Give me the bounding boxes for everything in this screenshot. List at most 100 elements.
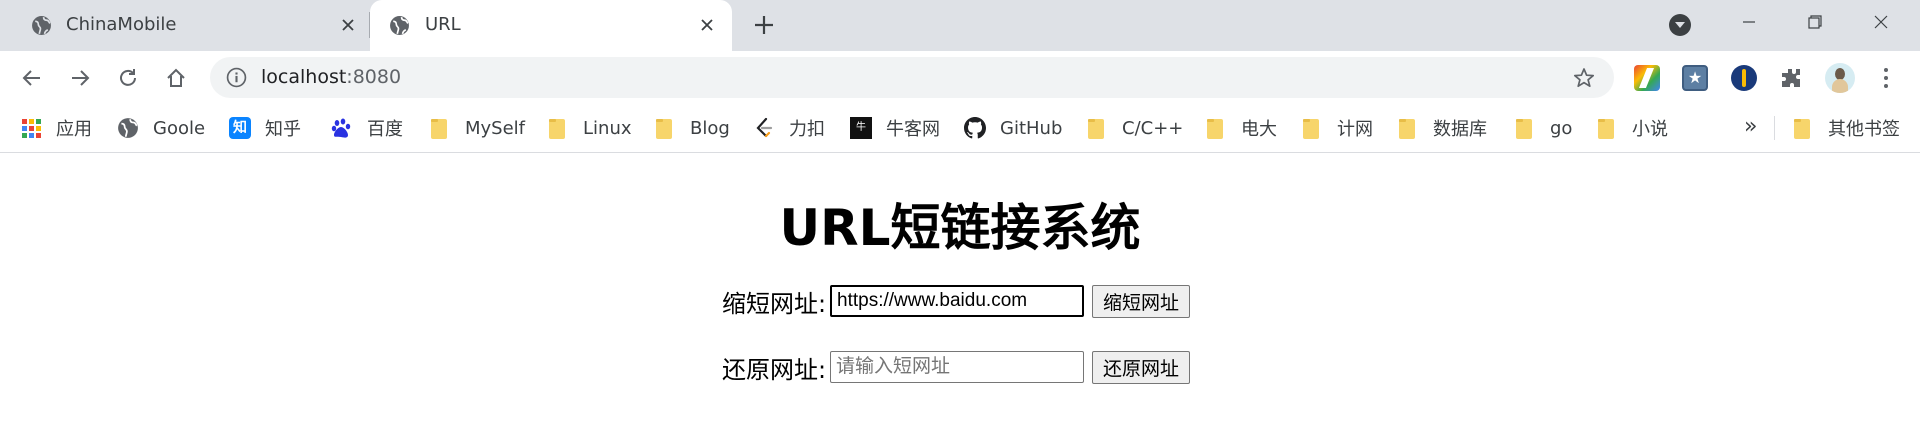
bookmark-folder-jiwang[interactable]: 计网: [1301, 113, 1373, 143]
folder-icon: [1205, 117, 1227, 139]
bookmark-label: go: [1550, 117, 1573, 139]
browser-menu-button[interactable]: [1882, 65, 1890, 91]
minimize-icon: [1743, 21, 1755, 23]
restore-window-icon: [1808, 15, 1822, 29]
restore-window-button[interactable]: [1782, 0, 1848, 44]
globe-icon: [118, 118, 138, 138]
tab-title: ChinaMobile: [66, 14, 177, 35]
forward-button[interactable]: [66, 64, 94, 92]
bookmark-label: 应用: [56, 119, 92, 140]
bookmark-leetcode[interactable]: 力扣: [753, 113, 825, 143]
tab-chinamobile[interactable]: ChinaMobile: [0, 0, 370, 51]
github-icon: [964, 117, 986, 139]
arrow-right-icon: [72, 70, 90, 86]
folder-icon: [429, 117, 451, 139]
browser-toolbar: localhost:8080 ★: [0, 51, 1920, 104]
info-icon[interactable]: [226, 67, 247, 88]
close-icon: [1874, 15, 1888, 29]
folder-icon: [1301, 117, 1323, 139]
bookmark-label: 数据库: [1433, 119, 1487, 140]
zhihu-icon: 知: [229, 117, 251, 139]
bookmarks-bar: 应用 Goole 知 知乎 百度 MySelf Linux Blog 力扣 牛 …: [0, 104, 1920, 153]
bookmark-folder-dianda[interactable]: 电大: [1205, 113, 1277, 143]
bookmark-folder-linux[interactable]: Linux: [547, 113, 632, 143]
restore-url-label: 还原网址:: [722, 355, 827, 384]
bookmark-label: 其他书签: [1828, 119, 1900, 140]
tab-url[interactable]: URL: [370, 0, 732, 51]
bookmarks-divider: [1774, 116, 1775, 140]
bookmarks-overflow-button[interactable]: »: [1744, 114, 1757, 139]
extension-globe-icon[interactable]: [1731, 65, 1757, 91]
bookmark-label: 力扣: [789, 119, 825, 140]
bookmark-label: Goole: [153, 117, 206, 139]
close-tab-icon[interactable]: [695, 13, 719, 37]
bookmark-apps[interactable]: 应用: [20, 113, 92, 143]
nowcoder-icon: 牛: [850, 117, 872, 139]
bookmark-folder-myself[interactable]: MySelf: [429, 113, 525, 143]
extensions-button[interactable]: [1777, 64, 1805, 92]
bookmark-folder-go[interactable]: go: [1514, 113, 1572, 143]
address-bar[interactable]: localhost:8080: [210, 57, 1614, 98]
bookmark-star-icon[interactable]: [1573, 67, 1595, 89]
bookmark-label: 计网: [1337, 119, 1373, 140]
minimize-button[interactable]: [1716, 0, 1782, 44]
bookmark-label: Blog: [690, 117, 730, 139]
baidu-paw-icon: [331, 118, 351, 138]
bookmark-label: Linux: [583, 117, 632, 139]
page-content: URL短链接系统 缩短网址: 缩短网址 还原网址: 还原网址: [0, 154, 1920, 431]
folder-icon: [1514, 117, 1536, 139]
globe-icon: [32, 16, 51, 35]
bookmark-label: 小说: [1632, 119, 1668, 140]
bookmark-label: 百度: [367, 119, 403, 140]
folder-icon: [654, 117, 676, 139]
shorten-url-label: 缩短网址:: [722, 289, 827, 318]
bookmark-label: 知乎: [265, 119, 301, 140]
folder-icon: [1086, 117, 1108, 139]
folder-icon: [547, 117, 569, 139]
shorten-url-input[interactable]: [830, 285, 1084, 317]
tab-strip: ChinaMobile URL: [0, 0, 1920, 51]
bookmark-folder-novel[interactable]: 小说: [1596, 113, 1668, 143]
extension-star-icon[interactable]: ★: [1682, 65, 1708, 91]
arrow-left-icon: [22, 70, 40, 86]
profile-avatar[interactable]: [1825, 63, 1855, 93]
shorten-url-row: 缩短网址: 缩短网址: [722, 284, 1191, 318]
home-button[interactable]: [162, 64, 190, 92]
bookmark-label: C/C++: [1122, 117, 1184, 139]
url-port: :8080: [346, 66, 402, 88]
restore-url-button[interactable]: 还原网址: [1092, 350, 1191, 384]
bookmark-zhihu[interactable]: 知 知乎: [229, 113, 301, 143]
plus-icon: [755, 16, 773, 34]
restore-url-row: 还原网址: 还原网址: [722, 350, 1191, 384]
bookmark-label: 电大: [1241, 119, 1277, 140]
bookmark-goole[interactable]: Goole: [117, 113, 205, 143]
close-window-button[interactable]: [1848, 0, 1914, 44]
bookmark-folder-blog[interactable]: Blog: [654, 113, 730, 143]
bookmark-label: GitHub: [1000, 117, 1063, 139]
new-tab-button[interactable]: [750, 11, 778, 39]
bookmark-github[interactable]: GitHub: [964, 113, 1062, 143]
restore-url-input[interactable]: [830, 351, 1084, 383]
shorten-url-button[interactable]: 缩短网址: [1092, 284, 1191, 318]
leetcode-icon: [756, 117, 773, 138]
bookmark-nowcoder[interactable]: 牛 牛客网: [850, 113, 940, 143]
bookmark-label: 牛客网: [886, 119, 940, 140]
address-url[interactable]: localhost:8080: [261, 66, 401, 88]
extension-rainbow-icon[interactable]: [1634, 65, 1660, 91]
reload-button[interactable]: [114, 64, 142, 92]
back-button[interactable]: [18, 64, 46, 92]
bookmark-folder-other[interactable]: 其他书签: [1792, 113, 1900, 143]
home-icon: [167, 68, 185, 87]
bookmark-label: MySelf: [465, 117, 526, 139]
close-tab-icon[interactable]: [336, 13, 360, 37]
folder-icon: [1596, 117, 1618, 139]
bookmark-folder-database[interactable]: 数据库: [1397, 113, 1487, 143]
globe-icon: [390, 16, 409, 35]
bookmark-folder-cpp[interactable]: C/C++: [1086, 113, 1183, 143]
reload-icon: [120, 69, 136, 86]
folder-icon: [1397, 117, 1419, 139]
tab-search-button[interactable]: [1669, 14, 1691, 36]
apps-grid-icon: [20, 117, 42, 139]
bookmark-baidu[interactable]: 百度: [331, 113, 403, 143]
puzzle-icon: [1782, 69, 1800, 87]
